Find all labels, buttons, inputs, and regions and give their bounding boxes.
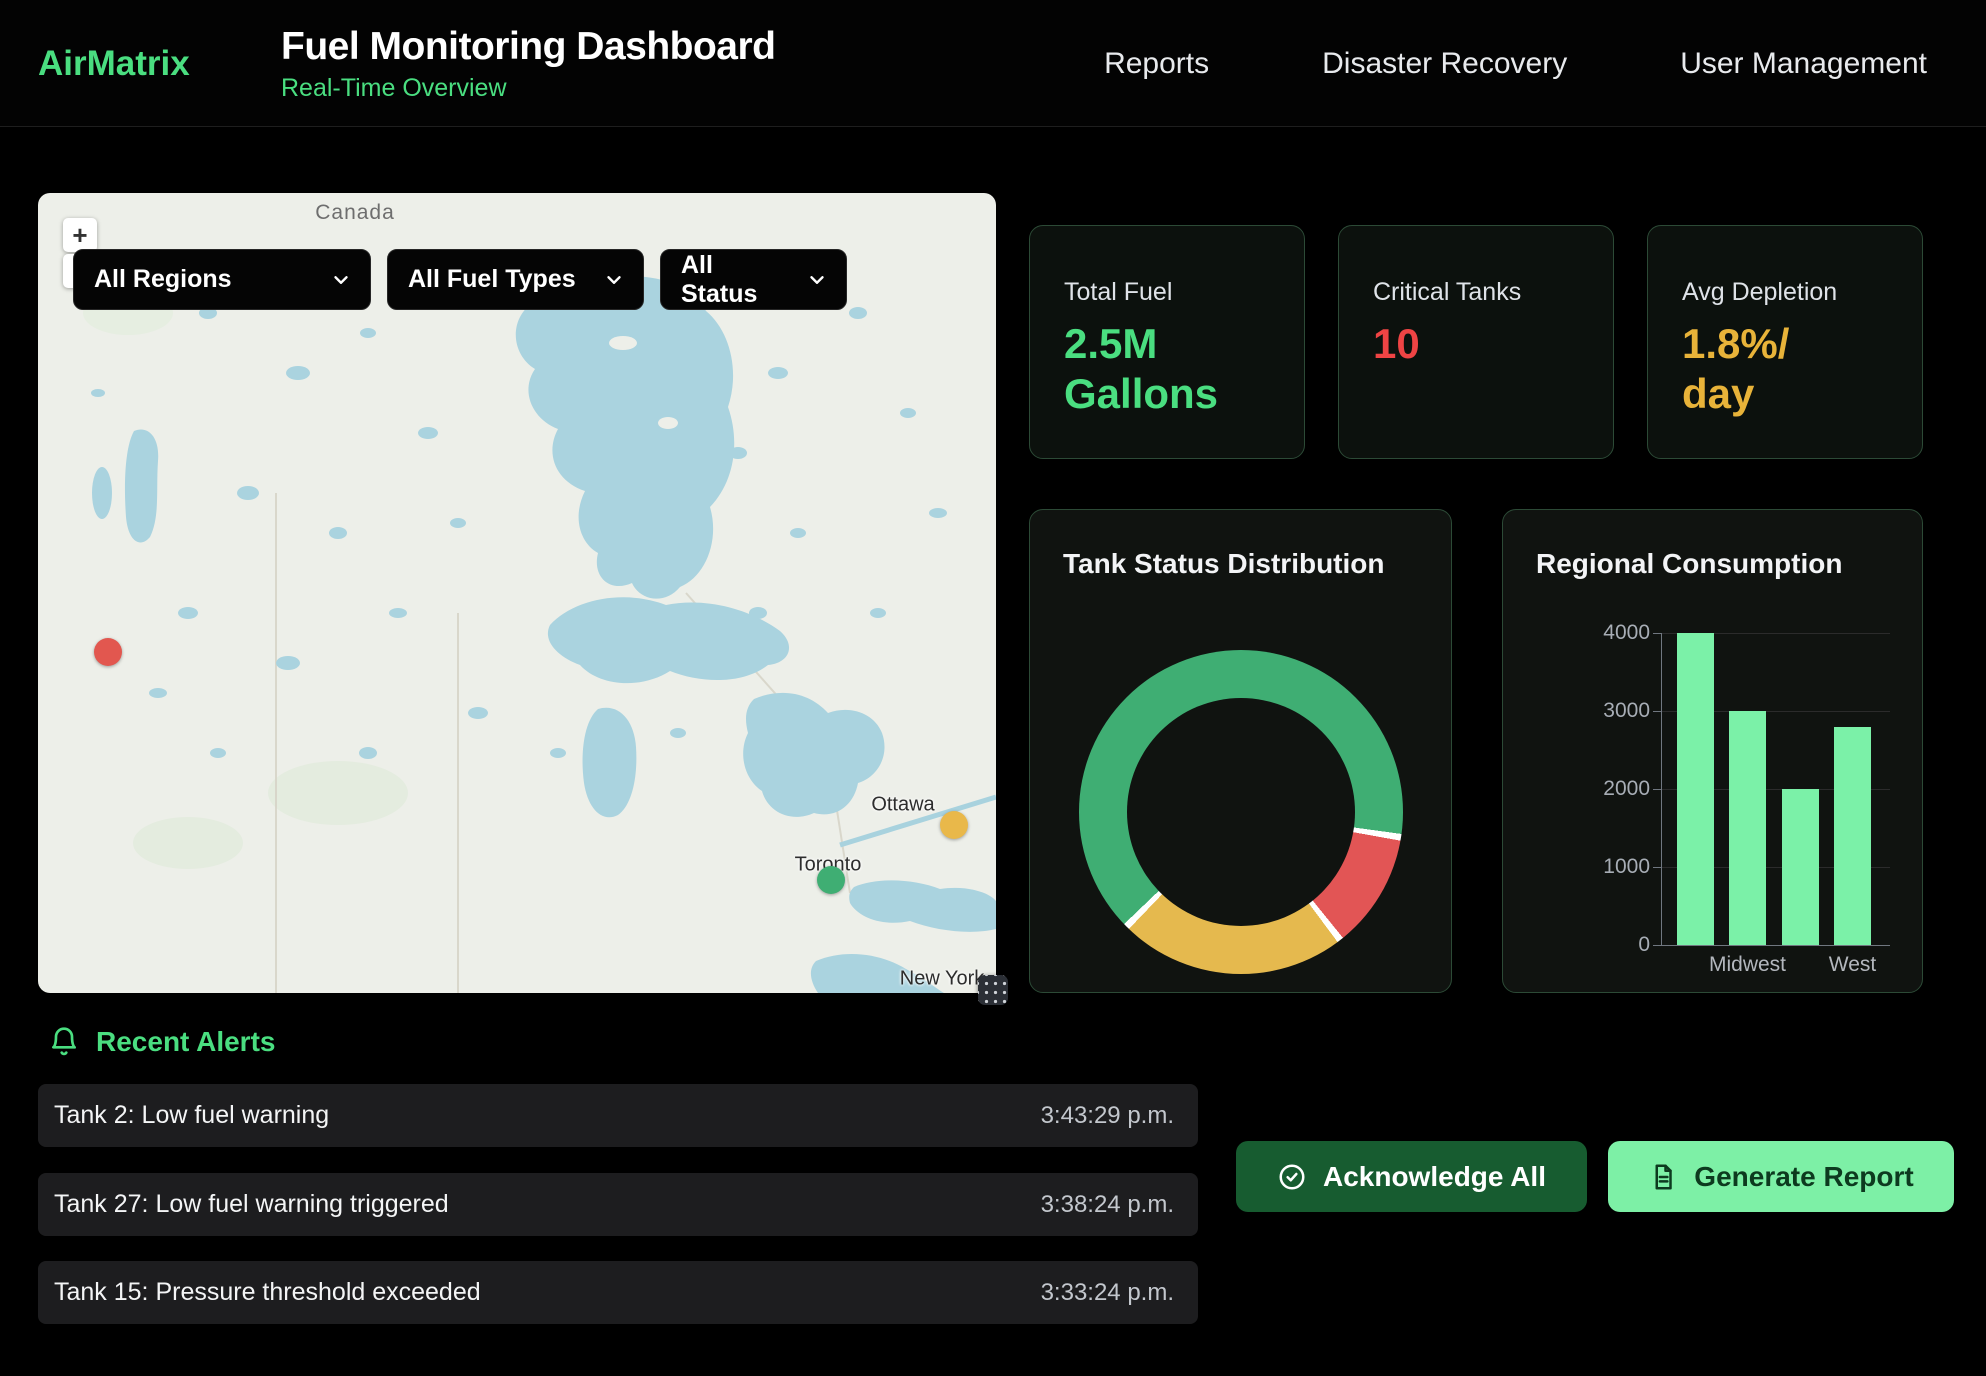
status-filter-label: All Status [681,251,792,309]
stat-card-avg-depletion: Avg Depletion 1.8%/ day [1647,225,1923,459]
map-marker-critical[interactable] [94,638,122,666]
y-axis-label: 4000 [1570,621,1650,645]
check-circle-icon [1277,1162,1307,1192]
nav-user-management[interactable]: User Management [1680,47,1927,81]
alert-text: Tank 15: Pressure threshold exceeded [54,1278,481,1307]
bar-0 [1677,633,1714,945]
map-canvas [38,193,996,993]
page-title-block: Fuel Monitoring Dashboard Real-Time Over… [281,0,775,127]
alert-row[interactable]: Tank 2: Low fuel warning 3:43:29 p.m. [38,1084,1198,1147]
map-resize-handle[interactable] [978,975,1008,1005]
y-axis-tick [1653,711,1661,712]
map-filters: All Regions All Fuel Types All Status [73,249,847,310]
regional-consumption-panel: Regional Consumption 01000200030004000Mi… [1502,509,1923,993]
alert-text: Tank 2: Low fuel warning [54,1101,329,1130]
chevron-down-icon [603,269,625,291]
status-filter-dropdown[interactable]: All Status [660,249,847,310]
generate-report-label: Generate Report [1694,1161,1913,1193]
y-axis-line [1661,633,1662,946]
chevron-down-icon [330,269,352,291]
app-header: AirMatrix Fuel Monitoring Dashboard Real… [0,0,1986,127]
stat-card-critical-tanks: Critical Tanks 10 [1338,225,1614,459]
y-axis-tick [1653,867,1661,868]
map-marker-warning[interactable] [940,811,968,839]
bar-3 [1834,727,1871,945]
donut-chart [1079,650,1403,974]
regional-consumption-title: Regional Consumption [1536,548,1842,580]
acknowledge-all-label: Acknowledge All [1323,1161,1546,1193]
document-icon [1648,1162,1678,1192]
regions-filter-label: All Regions [94,265,232,294]
stat-label: Total Fuel [1064,278,1270,307]
regions-filter-dropdown[interactable]: All Regions [73,249,371,310]
fuel-types-filter-label: All Fuel Types [408,265,576,294]
alert-text: Tank 27: Low fuel warning triggered [54,1190,449,1219]
tank-status-title: Tank Status Distribution [1063,548,1385,580]
x-axis-label: Midwest [1709,953,1786,977]
y-axis-label: 0 [1570,933,1650,957]
alert-time: 3:33:24 p.m. [1041,1279,1174,1307]
stat-value-total-fuel: 2.5M Gallons [1064,319,1270,418]
acknowledge-all-button[interactable]: Acknowledge All [1236,1141,1587,1212]
generate-report-button[interactable]: Generate Report [1608,1141,1954,1212]
tank-status-panel: Tank Status Distribution [1029,509,1452,993]
zoom-in-button[interactable]: + [63,218,97,252]
chevron-down-icon [806,269,828,291]
app-logo: AirMatrix [38,0,190,127]
dashboard: AirMatrix Fuel Monitoring Dashboard Real… [0,0,1986,1376]
nav-disaster-recovery[interactable]: Disaster Recovery [1322,47,1567,81]
alert-time: 3:38:24 p.m. [1041,1191,1174,1219]
bar-chart: 01000200030004000MidwestWest [1662,633,1890,945]
x-axis-label: West [1829,953,1876,977]
y-axis-tick [1653,789,1661,790]
recent-alerts-header: Recent Alerts [48,1026,275,1058]
map-marker-normal[interactable] [817,866,845,894]
stat-label: Critical Tanks [1373,278,1579,307]
stat-value-avg-depletion: 1.8%/ day [1682,319,1888,418]
page-subtitle: Real-Time Overview [281,74,775,103]
nav-reports[interactable]: Reports [1104,47,1209,81]
y-axis-label: 1000 [1570,855,1650,879]
stat-value-critical-tanks: 10 [1373,319,1579,369]
bell-icon [48,1026,80,1058]
y-axis-label: 2000 [1570,777,1650,801]
alert-time: 3:43:29 p.m. [1041,1102,1174,1130]
alert-row[interactable]: Tank 27: Low fuel warning triggered 3:38… [38,1173,1198,1236]
alert-row[interactable]: Tank 15: Pressure threshold exceeded 3:3… [38,1261,1198,1324]
stat-card-total-fuel: Total Fuel 2.5M Gallons [1029,225,1305,459]
y-axis-tick [1653,633,1661,634]
page-title: Fuel Monitoring Dashboard [281,25,775,69]
stat-label: Avg Depletion [1682,278,1888,307]
y-axis-tick [1653,945,1661,946]
fuel-types-filter-dropdown[interactable]: All Fuel Types [387,249,644,310]
x-axis-line [1662,945,1890,946]
recent-alerts-title: Recent Alerts [96,1026,275,1058]
y-axis-label: 3000 [1570,699,1650,723]
bar-1 [1729,711,1766,945]
fuel-map[interactable]: Canada Ottawa Toronto New York + − All R… [38,193,996,993]
bar-2 [1782,789,1819,945]
main-nav: Reports Disaster Recovery User Managemen… [1104,0,1927,127]
